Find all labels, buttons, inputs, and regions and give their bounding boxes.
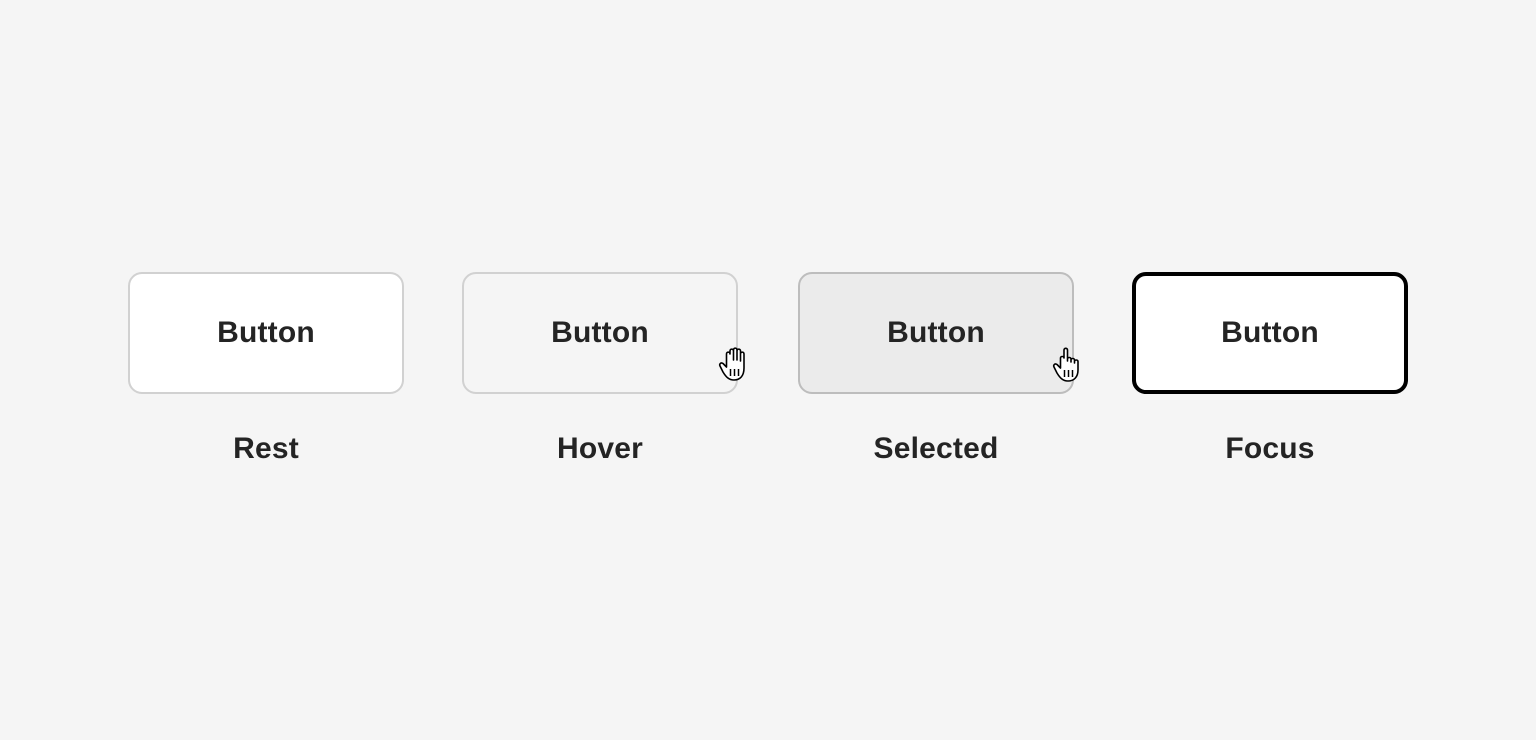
rest-state-label: Rest (233, 432, 299, 465)
hand-pointer-icon (718, 347, 745, 381)
selected-button-label: Button (887, 316, 985, 349)
rest-button[interactable]: Button (128, 272, 404, 394)
rest-button-label: Button (217, 316, 315, 349)
state-rest: Button Rest (128, 272, 404, 466)
focus-button-label: Button (1221, 316, 1319, 349)
state-focus: Button Focus (1132, 272, 1408, 466)
focus-button[interactable]: Button (1132, 272, 1408, 394)
hand-pointer-icon (1052, 347, 1079, 382)
state-selected: Button Selected (798, 272, 1074, 466)
hover-state-label: Hover (556, 432, 644, 465)
hover-button-label: Button (551, 316, 649, 349)
state-hover: Button Hover (462, 272, 738, 466)
hover-button[interactable]: Button (462, 272, 738, 394)
selected-state-label: Selected (873, 432, 999, 465)
selected-button[interactable]: Button (798, 272, 1074, 394)
focus-state-label: Focus (1225, 432, 1315, 465)
